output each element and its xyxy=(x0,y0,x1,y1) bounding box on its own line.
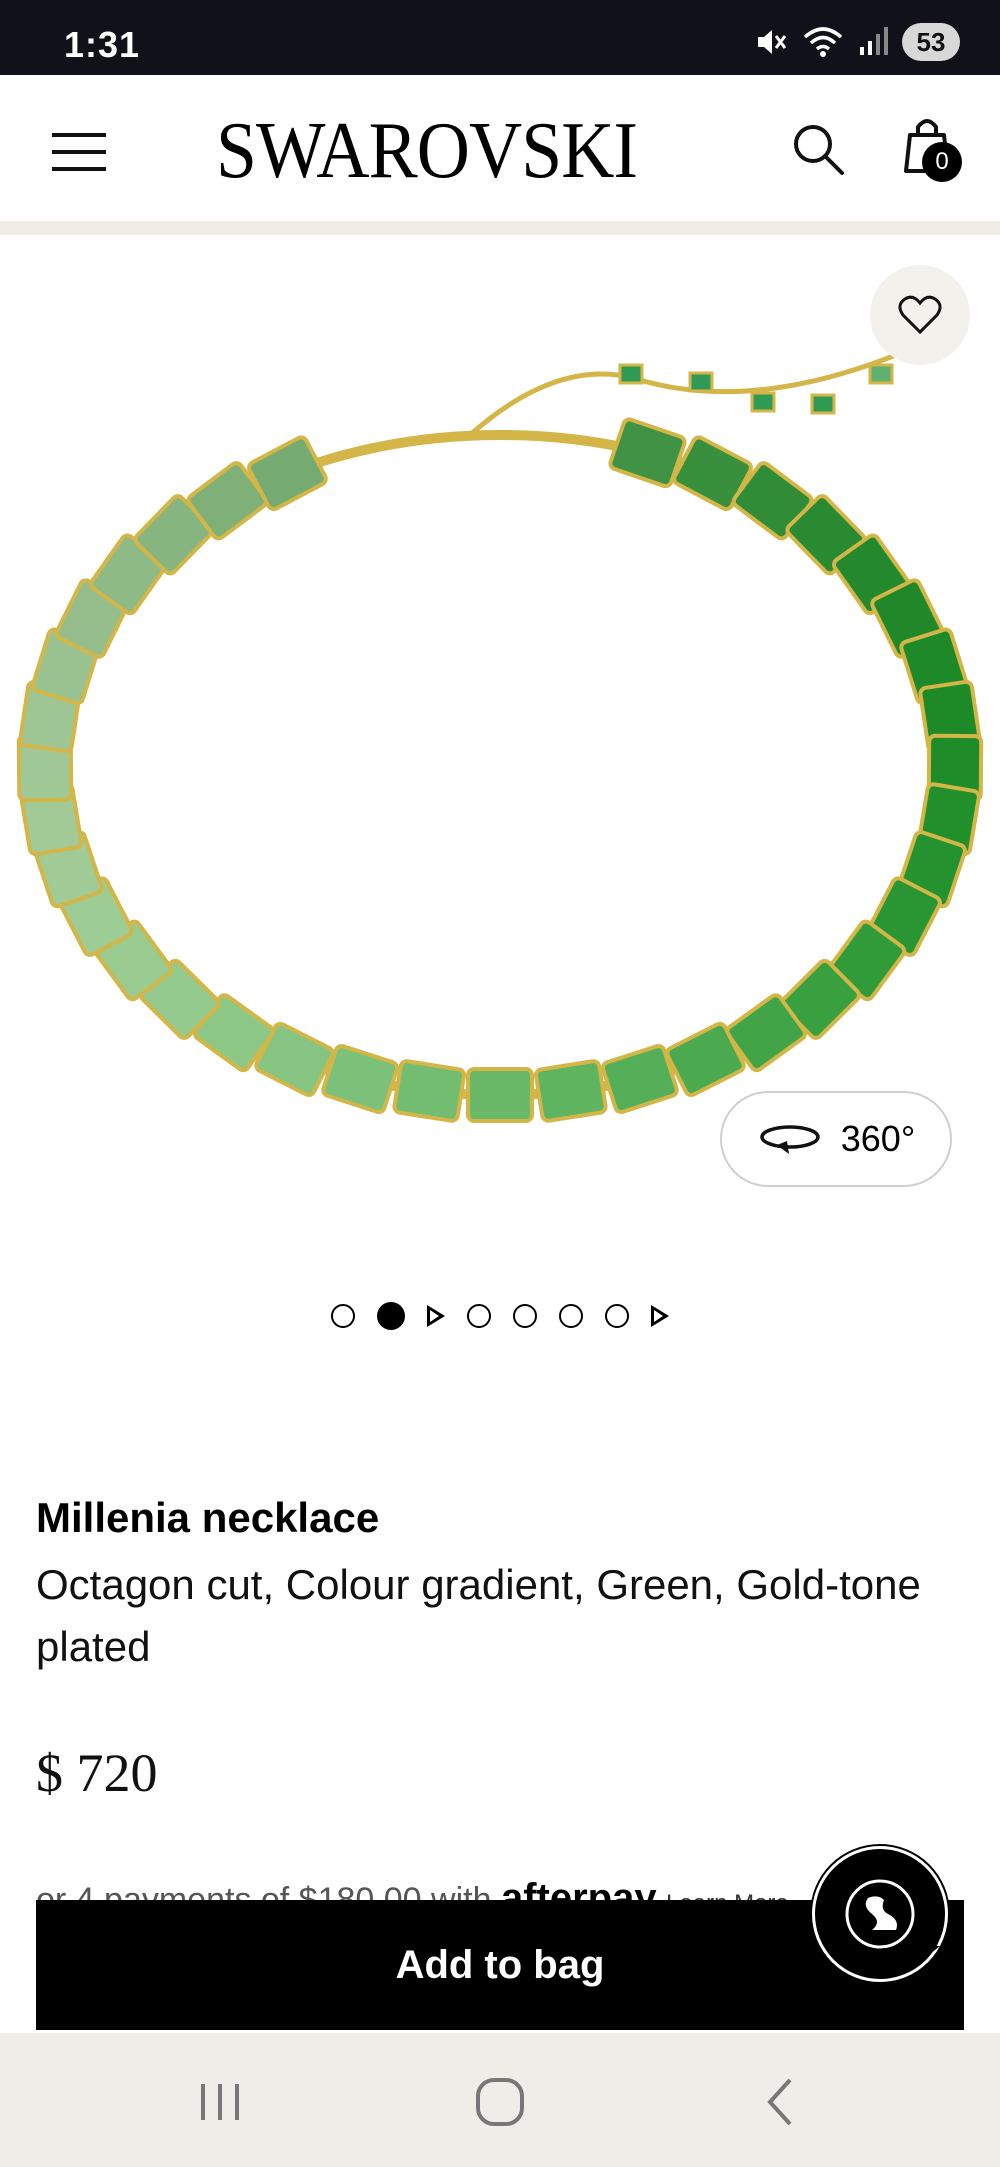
product-description: Octagon cut, Colour gradient, Green, Gol… xyxy=(36,1561,921,1670)
wishlist-heart-icon[interactable] xyxy=(870,265,970,365)
rotate-360-icon xyxy=(760,1125,820,1154)
necklace-crystal xyxy=(600,1044,679,1115)
chat-bubble-tail xyxy=(910,1946,940,1970)
product-image-gallery[interactable]: 360° xyxy=(0,235,1000,1265)
carousel-dot[interactable] xyxy=(559,1304,583,1328)
carousel-dot[interactable] xyxy=(605,1304,629,1328)
carousel-dot-active[interactable] xyxy=(377,1302,405,1330)
wifi-icon xyxy=(803,27,843,57)
carousel-dot[interactable] xyxy=(513,1304,537,1328)
signal-icon xyxy=(860,27,888,55)
necklace-crystal xyxy=(466,1067,534,1123)
carousel-video-icon[interactable] xyxy=(427,1305,445,1327)
brand-logo[interactable]: SWAROVSKI xyxy=(216,101,638,201)
status-icons: 53 xyxy=(754,22,960,62)
recent-apps-icon[interactable] xyxy=(185,2067,255,2137)
back-icon[interactable] xyxy=(745,2067,815,2137)
hamburger-menu-icon[interactable] xyxy=(52,133,106,171)
status-bar: 1:31 53 xyxy=(0,0,1000,75)
necklace-crystal xyxy=(533,1059,608,1123)
search-icon[interactable] xyxy=(788,119,848,179)
swan-icon xyxy=(845,1879,915,1949)
carousel-dot[interactable] xyxy=(467,1304,491,1328)
header-divider xyxy=(0,221,1000,235)
home-icon[interactable] xyxy=(465,2067,535,2137)
battery-indicator: 53 xyxy=(902,23,960,61)
carousel-dot[interactable] xyxy=(331,1304,355,1328)
view-360-label: 360° xyxy=(840,1118,916,1159)
product-name: Millenia necklace xyxy=(36,1494,380,1541)
carousel-indicators xyxy=(0,1296,1000,1336)
carousel-video-icon[interactable] xyxy=(651,1305,669,1327)
status-time: 1:31 xyxy=(64,24,141,65)
view-360-button[interactable]: 360° xyxy=(720,1091,952,1187)
system-navigation-bar xyxy=(0,2033,1000,2167)
site-header: SWAROVSKI 0 xyxy=(0,75,1000,221)
product-price: $ 720 xyxy=(36,1743,158,1803)
mute-icon xyxy=(758,30,787,54)
bag-count-badge: 0 xyxy=(922,142,962,182)
necklace-crystal xyxy=(392,1059,467,1123)
